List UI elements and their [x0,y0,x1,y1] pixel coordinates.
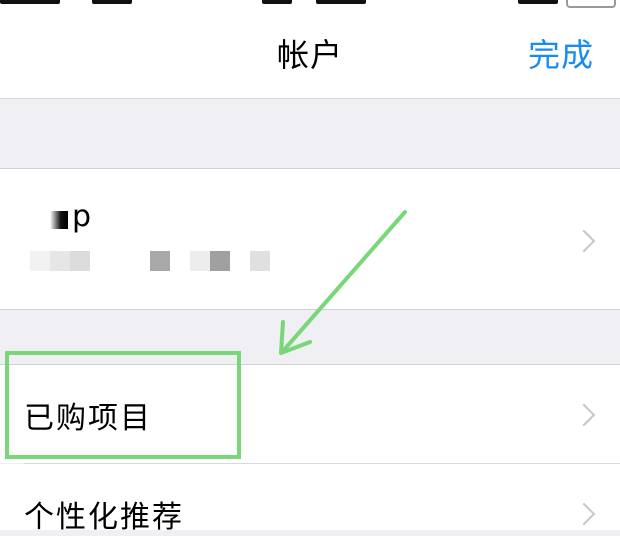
redacted-pixel [30,251,50,271]
redacted-pixel [210,251,230,271]
row-label: 个性化推荐 [24,500,184,535]
redacted-pixel [250,251,270,271]
chevron-right-icon [572,403,596,427]
account-cell[interactable]: p [0,169,620,309]
navigation-bar: 帐户 完成 [0,8,620,98]
status-fragment [518,0,558,4]
chevron-right-icon [572,502,596,526]
redacted-pixel [190,251,210,271]
avatar [50,211,68,229]
section-gap [0,310,620,364]
account-name: p [72,199,92,234]
section-gap [0,99,620,168]
redacted-pixel [50,251,70,271]
redacted-pixel [70,251,90,271]
row-label: 已购项目 [24,401,152,436]
done-button[interactable]: 完成 [528,30,594,76]
chevron-right-icon [572,229,596,253]
status-fragment [0,0,60,4]
redacted-pixel [150,251,170,271]
purchased-items-row[interactable]: 已购项目 [0,365,620,463]
status-fragment [262,0,292,4]
status-fragment [92,0,132,4]
status-fragment [316,0,366,4]
personalized-recommendations-row[interactable]: 个性化推荐 [0,464,620,535]
status-bar [0,0,620,8]
battery-icon [566,0,616,8]
